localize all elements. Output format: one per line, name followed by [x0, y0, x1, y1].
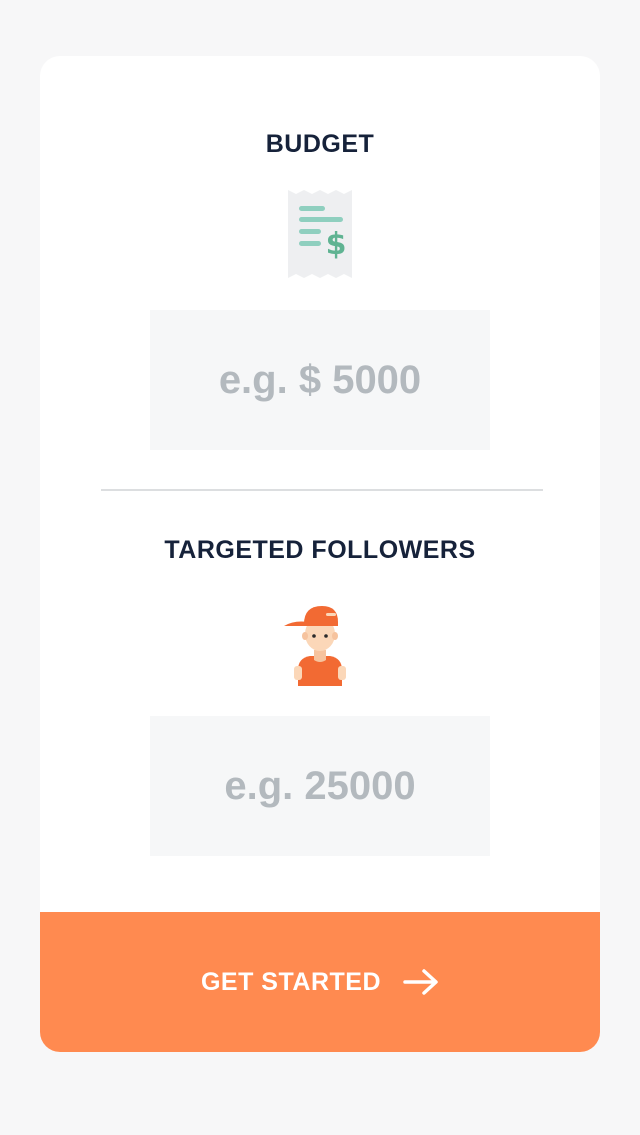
budget-input[interactable]: [150, 310, 490, 450]
budget-form-card: BUDGET $ TARGETED FOLLOWERS: [40, 56, 600, 1052]
get-started-button[interactable]: GET STARTED: [40, 912, 600, 1052]
person-cap-icon: [280, 594, 360, 686]
targeted-followers-input[interactable]: [150, 716, 490, 856]
svg-text:$: $: [326, 227, 347, 262]
budget-title: BUDGET: [265, 130, 375, 158]
get-started-label: GET STARTED: [200, 967, 382, 996]
targeted-followers-title: TARGETED FOLLOWERS: [164, 536, 476, 564]
arrow-right-icon: [403, 968, 439, 996]
receipt-dollar-icon: $: [280, 188, 360, 280]
section-divider: [101, 489, 543, 491]
